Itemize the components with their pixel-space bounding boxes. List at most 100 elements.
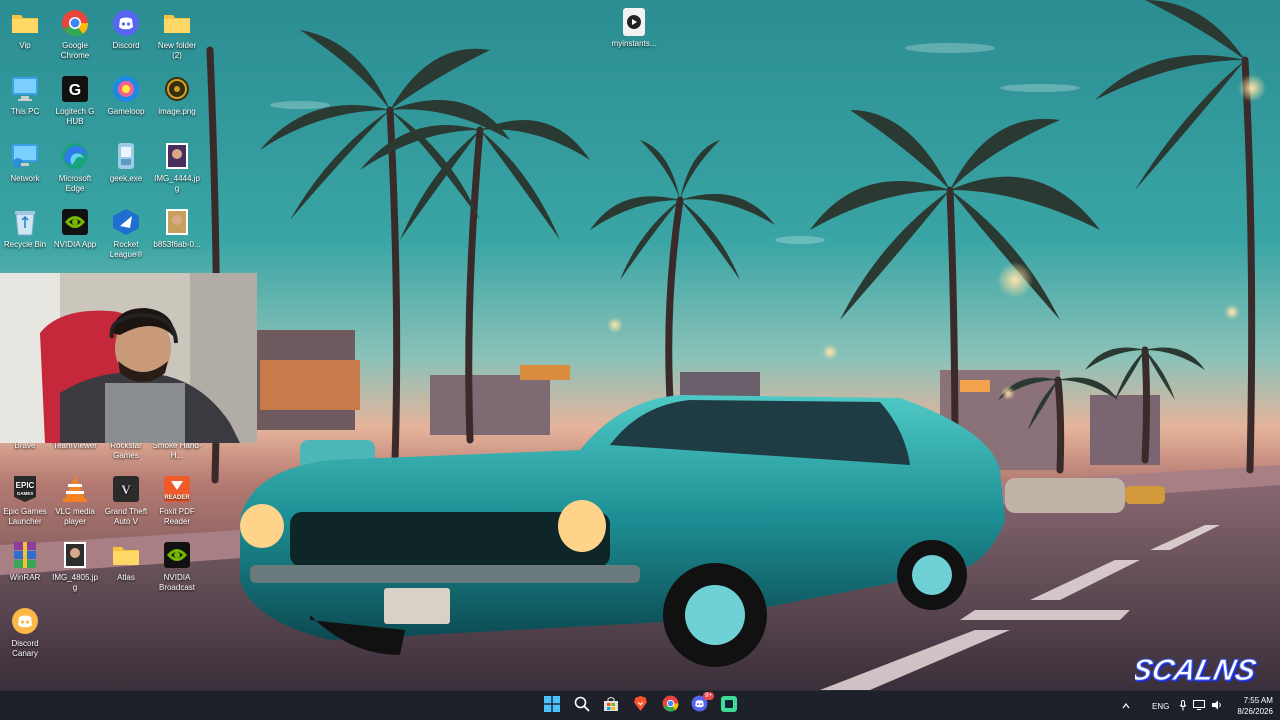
desktop-icon-label: Smoke Hand-H... [152,441,202,460]
desktop-icon-rocket[interactable]: Rocket League® [101,205,151,260]
microphone-icon[interactable] [1179,699,1187,713]
desktop-icon-geek[interactable]: geek.exe [101,139,151,184]
svg-text:SCALNS: SCALNS [1135,654,1259,687]
desktop-icon-label: b853f6ab-0... [153,240,201,249]
discord-canary-icon [10,606,40,636]
network-icon [10,141,40,171]
desktop-icon-label: Vip [19,41,31,50]
chrome-icon [662,695,679,717]
search-icon [574,696,590,717]
store-icon [603,696,619,717]
desktop-icon-atlas[interactable]: Atlas [101,538,151,583]
clock-time: 7:55 AM [1243,696,1273,705]
desktop-icon-label: Network [10,174,40,183]
discord-icon [111,8,141,38]
svg-text:EPIC: EPIC [16,481,35,490]
notification-badge: 9+ [703,692,714,700]
desktop-icon-label: Atlas [117,573,135,582]
desktop-icon-img4805[interactable]: IMG_4805.jpg [50,538,100,593]
taskbar-app-discord[interactable]: 9+ [688,692,714,717]
svg-text:GAMES: GAMES [17,491,34,496]
desktop-icon-epic[interactable]: EPIC GAMES Epic Games Launcher [0,472,50,527]
desktop-icon-gameloop[interactable]: Gameloop [101,72,151,117]
desktop-icon-label: IMG_4444.jpg [154,174,200,193]
epic-games-icon: EPIC GAMES [10,474,40,504]
desktop-icon-logitech[interactable]: G Logitech G HUB [50,72,100,127]
clock-date: 8/26/2026 [1237,707,1273,716]
photo-thumbnail-icon [162,207,192,237]
language-indicator[interactable]: ENG [1152,702,1169,711]
photo-thumbnail-icon [162,141,192,171]
brave-icon [633,695,648,717]
windows-start-icon [544,695,560,717]
desktop-icon-nvidia-broadcast[interactable]: NVIDIA Broadcast [152,538,202,593]
recycle-bin-icon [10,207,40,237]
desktop-icon-label: Google Chrome [60,41,90,60]
desktop-icon-discord[interactable]: Discord [101,6,151,51]
taskbar-app-app[interactable] [718,695,740,717]
desktop-icon-label: IMG_4805.jpg [52,573,98,592]
desktop-icon-this-pc[interactable]: This PC [0,72,50,117]
desktop-icon-img4444[interactable]: IMG_4444.jpg [152,139,202,194]
svg-text:V: V [121,482,131,497]
desktop-icon-label: Recycle Bin [3,240,47,249]
taskbar: 9+ ENG 7:55 AM 8/26/2026 [0,690,1280,720]
edge-icon [60,141,90,171]
desktop-icon-b853[interactable]: b853f6ab-0... [152,205,202,250]
monitor-icon [10,74,40,104]
desktop-icon-vlc[interactable]: VLC media player [50,472,100,527]
clock[interactable]: 7:55 AM 8/26/2026 [1237,695,1273,717]
image-file-icon [162,74,192,104]
desktop-icon-label: Logitech G HUB [55,107,95,126]
desktop-icon-label: Gameloop [107,107,145,116]
media-file-icon [623,8,645,36]
folder-icon [162,8,192,38]
desktop-icon-label: geek.exe [109,174,143,183]
desktop-icon-recycle[interactable]: Recycle Bin [0,205,50,250]
foxit-icon: READER [162,474,192,504]
taskbar-app-brave[interactable] [629,695,651,717]
folder-icon [111,540,141,570]
desktop-icon-vip[interactable]: Vip [0,6,50,51]
folder-icon [10,8,40,38]
desktop-icon-nvidia-app[interactable]: NVIDIA App [50,205,100,250]
desktop-icon-label: Discord [112,41,140,50]
desktop-file-myinstants[interactable]: myinstants... [608,6,660,49]
chevron-up-icon[interactable] [1120,702,1132,711]
desktop-icon-chrome[interactable]: Google Chrome [50,6,100,61]
taskbar-app-store[interactable] [600,695,622,717]
chrome-icon [60,8,90,38]
desktop-file-label: myinstants... [611,39,657,48]
desktop-icon-label: WinRAR [9,573,41,582]
desktop-icon-label: New folder (2) [157,41,197,60]
scalns-watermark-logo: SCALNS SCALNS [1135,654,1260,689]
geek-icon [111,141,141,171]
desktop-icon-label: Grand Theft Auto V [104,507,148,526]
desktop-icon-label: VLC media player [55,507,95,526]
taskbar-app-search[interactable] [571,695,593,717]
app-icon [721,695,737,717]
desktop-icon-gta[interactable]: V Grand Theft Auto V [101,472,151,527]
desktop-icon-label: Rocket League® [109,240,143,259]
taskbar-app-chrome[interactable] [659,695,681,717]
desktop-icon-label: Rockstar Games [110,441,142,460]
system-tray: ENG 7:55 AM 8/26/2026 [1120,691,1273,720]
start-button[interactable] [541,695,563,717]
rocket-league-icon [111,207,141,237]
desktop-icon-winrar[interactable]: WinRAR [0,538,50,583]
desktop-icon-edge[interactable]: Microsoft Edge [50,139,100,194]
desktop-icon-label: Microsoft Edge [58,174,92,193]
nvidia-icon [60,207,90,237]
speaker-icon[interactable] [1211,700,1223,712]
desktop-icon-label: Epic Games Launcher [3,507,47,526]
nvidia-icon [162,540,192,570]
photo-thumbnail-icon [60,540,90,570]
desktop-icon-network[interactable]: Network [0,139,50,184]
desktop-icon-foxit[interactable]: READER Foxit PDF Reader [152,472,202,527]
logitech-icon: G [60,74,90,104]
desktop-icon-image-png[interactable]: image.png [152,72,202,117]
desktop-icon-discord-canary[interactable]: Discord Canary [0,604,50,659]
display-icon[interactable] [1193,700,1206,712]
gameloop-icon [111,74,141,104]
desktop-icon-new-folder[interactable]: New folder (2) [152,6,202,61]
